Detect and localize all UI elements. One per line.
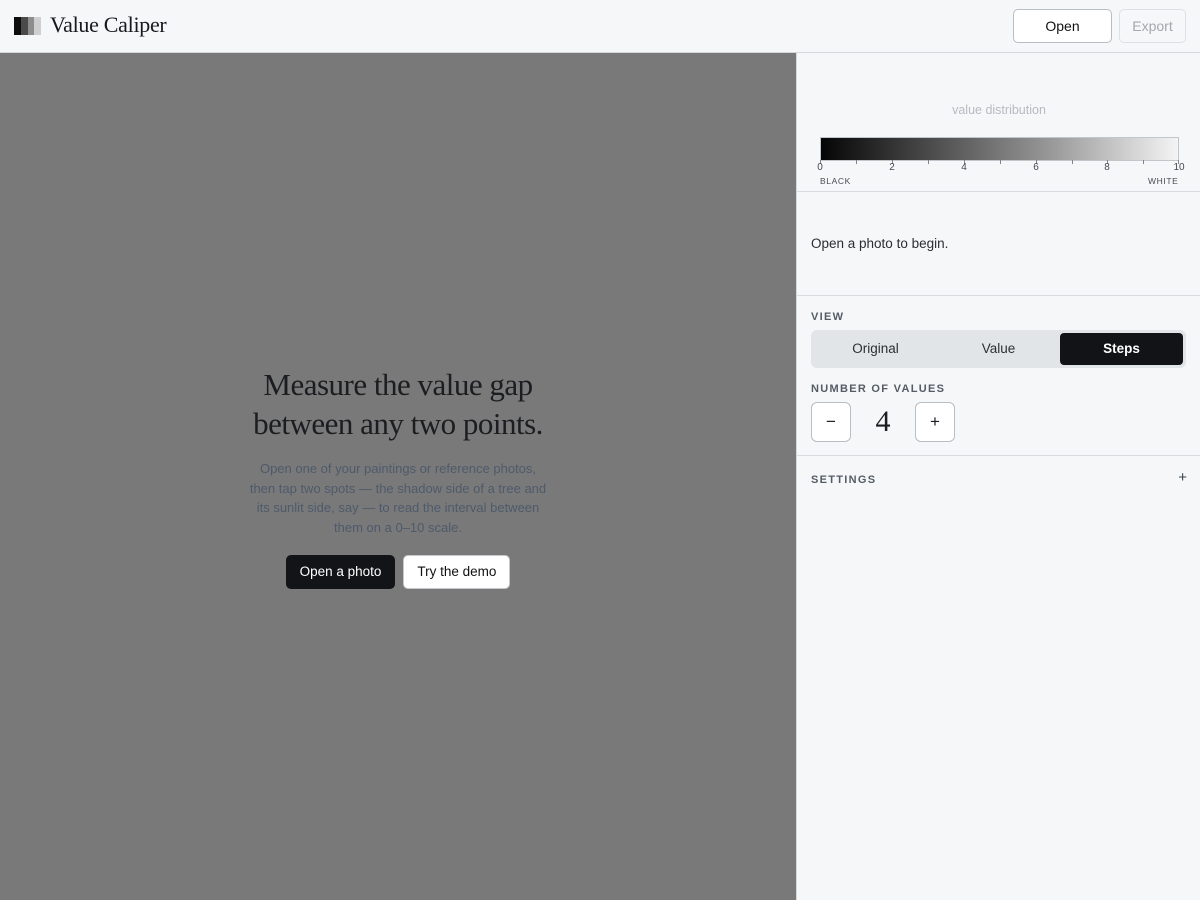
scale-tick bbox=[1072, 160, 1073, 164]
view-option-steps[interactable]: Steps bbox=[1060, 333, 1183, 365]
number-of-values-display: 4 bbox=[875, 405, 891, 438]
view-toggle: Original Value Steps bbox=[811, 330, 1186, 368]
value-distribution-label: value distribution bbox=[952, 103, 1046, 117]
try-demo-button[interactable]: Try the demo bbox=[403, 555, 511, 590]
black-label: BLACK bbox=[820, 176, 851, 186]
app-header: Value Caliper Open photo Export bbox=[0, 0, 1200, 66]
sidebar: value distribution 0 2 4 6 8 10 BLACK WH… bbox=[796, 53, 1200, 900]
scale-label: 2 bbox=[889, 162, 895, 173]
settings-toggle[interactable]: SETTINGS + bbox=[797, 456, 1200, 500]
export-button[interactable]: Export bbox=[1119, 9, 1186, 43]
empty-state: Measure the value gap between any two po… bbox=[0, 365, 796, 590]
view-option-original[interactable]: Original bbox=[814, 333, 937, 365]
settings-label: SETTINGS bbox=[811, 474, 877, 486]
hero-description: Open one of your paintings or reference … bbox=[249, 461, 547, 535]
scale-label: 8 bbox=[1104, 162, 1110, 173]
app-logo-icon bbox=[14, 17, 41, 35]
scale-label: 6 bbox=[1033, 162, 1039, 173]
open-a-photo-button[interactable]: Open a photo bbox=[285, 555, 396, 590]
decrease-values-button[interactable]: − bbox=[811, 402, 851, 442]
open-photo-button[interactable]: Open photo bbox=[1013, 9, 1112, 66]
view-label: VIEW bbox=[811, 311, 845, 323]
scale-tick bbox=[928, 160, 929, 164]
value-distribution-panel: value distribution 0 2 4 6 8 10 BLACK WH… bbox=[797, 53, 1200, 192]
app-title: Value Caliper bbox=[50, 12, 167, 37]
view-option-value[interactable]: Value bbox=[937, 333, 1060, 365]
white-label: WHITE bbox=[1148, 176, 1179, 186]
scale-label: 4 bbox=[961, 162, 967, 173]
number-of-values-label: NUMBER OF VALUES bbox=[811, 383, 946, 395]
scale-label: 0 bbox=[817, 162, 823, 173]
status-panel: Open a photo to begin. bbox=[797, 192, 1200, 296]
photo-canvas[interactable]: Measure the value gap between any two po… bbox=[0, 53, 796, 900]
scale-tick bbox=[1000, 160, 1001, 164]
hero-title-line-1: Measure the value gap bbox=[263, 367, 533, 402]
hero-actions: Open a photo Try the demo bbox=[0, 555, 796, 590]
scale-tick bbox=[1143, 160, 1144, 164]
status-text: Open a photo to begin. bbox=[811, 236, 949, 251]
hero-title: Measure the value gap between any two po… bbox=[0, 365, 796, 443]
scale-label: 10 bbox=[1173, 162, 1185, 173]
expand-plus-icon: + bbox=[1178, 469, 1187, 486]
scale-tick bbox=[856, 160, 857, 164]
value-gradient-bar bbox=[820, 137, 1179, 161]
hero-title-line-2: between any two points. bbox=[253, 406, 543, 441]
increase-values-button[interactable]: + bbox=[915, 402, 955, 442]
